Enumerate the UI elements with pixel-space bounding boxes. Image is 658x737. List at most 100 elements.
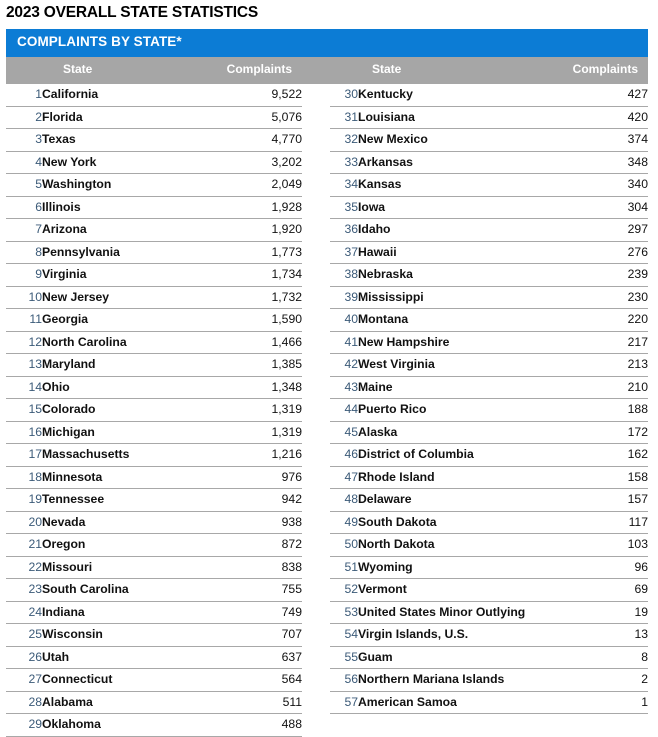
row-state-name: Arizona [42, 218, 227, 242]
row-complaints-value: 172 [586, 421, 648, 444]
row-complaints-value: 158 [586, 466, 648, 489]
table-row: 33 Arkansas 348 [330, 151, 648, 174]
table-row: 28 Alabama 511 [6, 691, 302, 714]
table-row: 55 Guam 8 [330, 646, 648, 669]
row-complaints-value: 1,216 [227, 443, 302, 467]
row-state-name: Utah [42, 646, 227, 669]
row-state-name: Connecticut [42, 668, 227, 692]
table-row: 37 Hawaii 276 [330, 241, 648, 264]
row-rank: 53 [330, 601, 358, 624]
row-state-name: North Carolina [42, 331, 227, 354]
table-row: 11 Georgia 1,590 [6, 308, 302, 332]
row-complaints-value: 1 [586, 691, 648, 714]
row-rank: 44 [330, 398, 358, 422]
row-rank: 17 [6, 443, 42, 467]
table-row: 10 New Jersey 1,732 [6, 286, 302, 309]
table-row: 46 District of Columbia 162 [330, 443, 648, 467]
row-complaints-value: 19 [586, 601, 648, 624]
row-complaints-value: 1,385 [227, 353, 302, 377]
row-state-name: Illinois [42, 196, 227, 219]
row-rank: 57 [330, 691, 358, 714]
table-row: 23 South Carolina 755 [6, 578, 302, 602]
row-rank: 47 [330, 466, 358, 489]
row-state-name: Kentucky [358, 84, 586, 107]
row-rank: 12 [6, 331, 42, 354]
row-rank: 42 [330, 353, 358, 377]
row-state-name: Michigan [42, 421, 227, 444]
table-row: 36 Idaho 297 [330, 218, 648, 242]
row-state-name: Indiana [42, 601, 227, 624]
row-rank: 10 [6, 286, 42, 309]
page-title: 2023 OVERALL STATE STATISTICS [6, 4, 259, 21]
table-row: 18 Minnesota 976 [6, 466, 302, 489]
row-complaints-value: 217 [586, 331, 648, 354]
row-state-name: New York [42, 151, 227, 174]
table-row: 13 Maryland 1,385 [6, 353, 302, 377]
row-rank: 18 [6, 466, 42, 489]
row-rank: 41 [330, 331, 358, 354]
row-rank: 14 [6, 376, 42, 399]
row-complaints-value: 2 [586, 668, 648, 692]
table-row: 45 Alaska 172 [330, 421, 648, 444]
row-rank: 29 [6, 713, 42, 737]
row-rank: 36 [330, 218, 358, 242]
row-state-name: District of Columbia [358, 443, 586, 467]
row-complaints-value: 69 [586, 578, 648, 602]
row-state-name: Northern Mariana Islands [358, 668, 586, 692]
row-complaints-value: 1,732 [227, 286, 302, 309]
row-rank: 50 [330, 533, 358, 557]
row-state-name: Missouri [42, 556, 227, 579]
table-row: 51 Wyoming 96 [330, 556, 648, 579]
row-complaints-value: 374 [586, 128, 648, 152]
row-rank: 1 [6, 84, 42, 107]
row-complaints-value: 220 [586, 308, 648, 332]
row-complaints-value: 96 [586, 556, 648, 579]
row-complaints-value: 1,466 [227, 331, 302, 354]
row-state-name: American Samoa [358, 691, 586, 714]
row-complaints-value: 210 [586, 376, 648, 399]
row-rank: 26 [6, 646, 42, 669]
row-state-name: California [42, 84, 227, 107]
table-row: 19 Tennessee 942 [6, 488, 302, 512]
row-state-name: Kansas [358, 173, 586, 197]
row-complaints-value: 1,773 [227, 241, 302, 264]
table-row: 38 Nebraska 239 [330, 263, 648, 287]
row-complaints-value: 420 [586, 106, 648, 129]
row-complaints-value: 976 [227, 466, 302, 489]
row-state-name: Mississippi [358, 286, 586, 309]
row-complaints-value: 9,522 [227, 84, 302, 107]
row-rank: 11 [6, 308, 42, 332]
row-complaints-value: 488 [227, 713, 302, 737]
table-row: 27 Connecticut 564 [6, 668, 302, 692]
row-rank: 6 [6, 196, 42, 219]
table-row: 52 Vermont 69 [330, 578, 648, 602]
row-state-name: Alaska [358, 421, 586, 444]
row-complaints-value: 1,734 [227, 263, 302, 287]
table-row: 44 Puerto Rico 188 [330, 398, 648, 422]
row-rank: 8 [6, 241, 42, 264]
row-state-name: Ohio [42, 376, 227, 399]
row-complaints-value: 304 [586, 196, 648, 219]
table-row: 56 Northern Mariana Islands 2 [330, 668, 648, 692]
row-state-name: Georgia [42, 308, 227, 332]
row-state-name: New Mexico [358, 128, 586, 152]
row-state-name: Texas [42, 128, 227, 152]
row-rank: 37 [330, 241, 358, 264]
row-state-name: North Dakota [358, 533, 586, 557]
row-state-name: Rhode Island [358, 466, 586, 489]
row-rank: 34 [330, 173, 358, 197]
table-row: 17 Massachusetts 1,216 [6, 443, 302, 467]
row-rank: 22 [6, 556, 42, 579]
row-rank: 5 [6, 173, 42, 197]
row-state-name: Vermont [358, 578, 586, 602]
table-row: 26 Utah 637 [6, 646, 302, 669]
row-state-name: Washington [42, 173, 227, 197]
table-row: 42 West Virginia 213 [330, 353, 648, 377]
table-row: 54 Virgin Islands, U.S. 13 [330, 623, 648, 647]
table-row: 24 Indiana 749 [6, 601, 302, 624]
row-complaints-value: 1,928 [227, 196, 302, 219]
row-rank: 49 [330, 511, 358, 534]
row-complaints-value: 637 [227, 646, 302, 669]
complaints-by-state-banner: COMPLAINTS BY STATE* [6, 29, 648, 57]
row-rank: 43 [330, 376, 358, 399]
